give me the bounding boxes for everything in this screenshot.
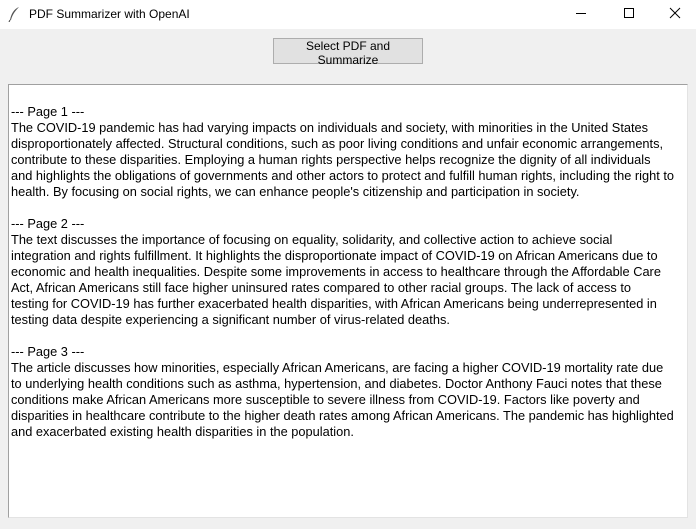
select-pdf-button[interactable]: Select PDF and Summarize [273,38,423,67]
summary-line: disproportionately affected. Structural … [11,136,664,151]
page-section: --- Page 1 --- The COVID-19 pandemic has… [11,104,687,200]
summary-line: and highlights the obligations of govern… [11,168,674,183]
summary-line: The COVID-19 pandemic has had varying im… [11,120,649,135]
summary-line: Act, African Americans still face higher… [11,280,632,295]
summary-line: to underlying health conditions such as … [11,376,662,391]
page-header: --- Page 2 --- [11,216,85,231]
summary-line: The text discusses the importance of foc… [11,232,613,247]
summary-line: disparities in healthcare contribute to … [11,408,674,423]
app-window: PDF Summarizer with OpenAI Select PDF an… [0,0,696,529]
feather-icon [8,6,22,23]
close-icon [669,6,681,24]
minimize-icon [575,6,587,24]
window-title: PDF Summarizer with OpenAI [29,7,190,21]
page-header: --- Page 1 --- [11,104,85,119]
maximize-icon [623,6,635,24]
summary-line: and exacerbated existing health disparit… [11,424,354,439]
maximize-button[interactable] [606,0,652,29]
summary-line: conditions make African Americans more s… [11,392,640,407]
page-header: --- Page 3 --- [11,344,85,359]
title-bar[interactable]: PDF Summarizer with OpenAI [0,0,696,29]
minimize-button[interactable] [558,0,604,29]
summary-text-area[interactable]: --- Page 1 --- The COVID-19 pandemic has… [8,84,688,518]
page-section: --- Page 3 --- The article discusses how… [11,344,687,440]
summary-line: contribute to these disparities. Employi… [11,152,651,167]
summary-line: health. By focusing on social rights, we… [11,184,580,199]
summary-line: economic and health inequalities. Despit… [11,264,661,279]
page-section: --- Page 2 --- The text discusses the im… [11,216,687,328]
summary-line: testing for COVID-19 has further exacerb… [11,296,657,311]
summary-text: --- Page 1 --- The COVID-19 pandemic has… [11,104,687,440]
summary-line: The article discusses how minorities, es… [11,360,664,375]
close-button[interactable] [652,0,696,29]
summary-line: integration and rights fulfillment. It h… [11,248,658,263]
summary-line: testing data despite experiencing a sign… [11,312,450,327]
